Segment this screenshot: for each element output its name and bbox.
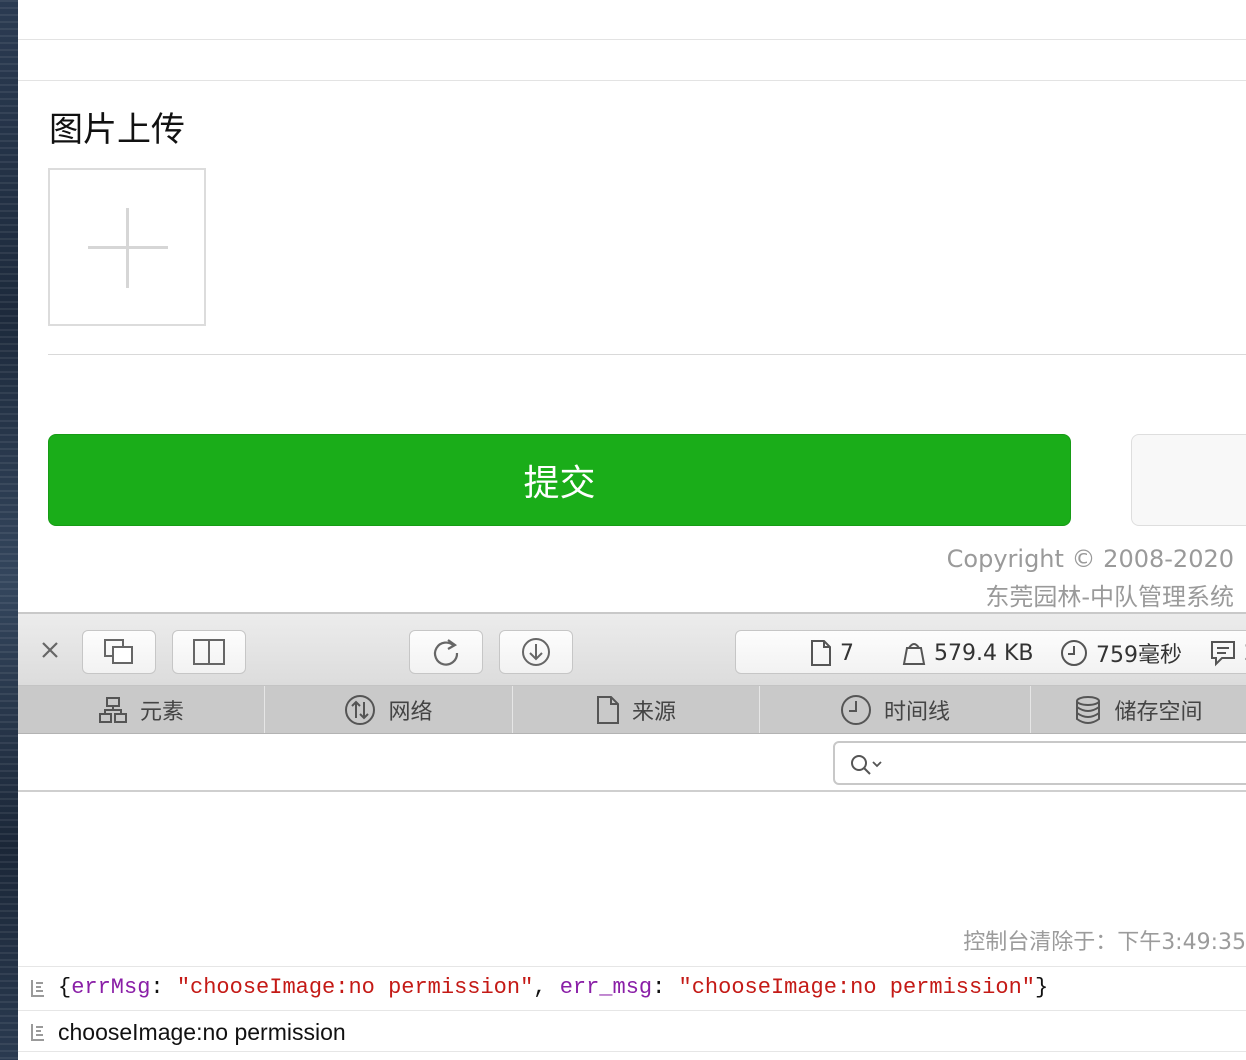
inspector-toolbar: 7 579.4 KB 759毫秒 2 — [18, 612, 1246, 686]
tab-elements[interactable]: 元素 — [18, 686, 265, 733]
resource-size-value: 579.4 KB — [934, 640, 1034, 666]
divider — [48, 354, 1246, 355]
console-cleared-note: 控制台清除于：下午3:49:35 — [963, 930, 1246, 955]
log-icon — [31, 1024, 44, 1041]
copyright-text: Copyright © 2008-2020 — [946, 545, 1234, 573]
elements-icon — [98, 696, 127, 723]
tab-label: 时间线 — [883, 699, 950, 725]
network-icon — [345, 694, 376, 725]
weight-icon — [902, 643, 926, 665]
plus-icon — [126, 208, 129, 288]
tab-label: 来源 — [631, 699, 676, 725]
search-icon — [851, 755, 882, 775]
tab-label: 网络 — [388, 699, 433, 725]
page-stats: 7 579.4 KB 759毫秒 2 — [735, 630, 1246, 674]
tab-storage[interactable]: 储存空间 — [1031, 686, 1246, 733]
console-object: {errMsg: "chooseImage:no permission", er… — [58, 975, 1049, 1000]
console-message[interactable]: chooseImage:no permission — [18, 1010, 1246, 1052]
dock-window-button[interactable] — [82, 630, 156, 674]
dock-side-icon — [193, 639, 225, 665]
load-time[interactable]: 759毫秒 — [1060, 638, 1182, 668]
sources-icon — [596, 695, 619, 724]
inspector-tabs: 元素 网络 来源 时间线 储存空间 — [18, 686, 1246, 734]
timeline-icon — [840, 694, 871, 725]
copyright: Copyright © 2008-2020 东莞园林-中队管理系统 — [947, 540, 1234, 612]
submit-button[interactable]: 提交 — [48, 434, 1071, 526]
secondary-button[interactable] — [1131, 434, 1246, 526]
console-text: chooseImage:no permission — [58, 1019, 346, 1045]
message-count[interactable]: 2 — [1210, 638, 1246, 668]
resource-count-value: 7 — [840, 640, 854, 666]
desktop-background — [0, 0, 18, 1060]
document-icon — [811, 640, 831, 666]
dock-side-button[interactable] — [172, 630, 246, 674]
download-icon — [522, 638, 550, 666]
section-title: 图片上传 — [49, 110, 185, 150]
tab-network[interactable]: 网络 — [265, 686, 513, 733]
divider — [18, 39, 1246, 40]
undock-icon — [104, 639, 133, 664]
log-icon — [31, 980, 44, 997]
filter-input[interactable] — [833, 741, 1246, 785]
storage-icon — [1076, 695, 1101, 724]
clock-icon — [1061, 640, 1087, 666]
web-page: 图片上传 提交 Copyright © 2008-2020 东莞园林-中队管理系… — [18, 0, 1246, 612]
tab-label: 元素 — [139, 699, 184, 725]
download-button[interactable] — [499, 630, 573, 674]
tab-label: 储存空间 — [1114, 699, 1203, 725]
reload-icon — [433, 639, 459, 666]
image-upload-button[interactable] — [48, 168, 206, 326]
tab-sources[interactable]: 来源 — [513, 686, 760, 733]
tab-timeline[interactable]: 时间线 — [760, 686, 1031, 733]
divider — [18, 80, 1246, 81]
filter-bar — [18, 734, 1246, 792]
close-icon[interactable] — [38, 638, 62, 662]
resource-size[interactable]: 579.4 KB — [902, 638, 1034, 668]
web-inspector: 7 579.4 KB 759毫秒 2 元素 网络 — [18, 612, 1246, 1060]
load-time-value: 759毫秒 — [1096, 643, 1182, 668]
console-message[interactable]: {errMsg: "chooseImage:no permission", er… — [18, 966, 1246, 1008]
footer-system-name: 东莞园林-中队管理系统 — [985, 583, 1234, 611]
speech-bubble-icon — [1211, 641, 1235, 667]
resource-count[interactable]: 7 — [810, 638, 854, 668]
reload-button[interactable] — [409, 630, 483, 674]
